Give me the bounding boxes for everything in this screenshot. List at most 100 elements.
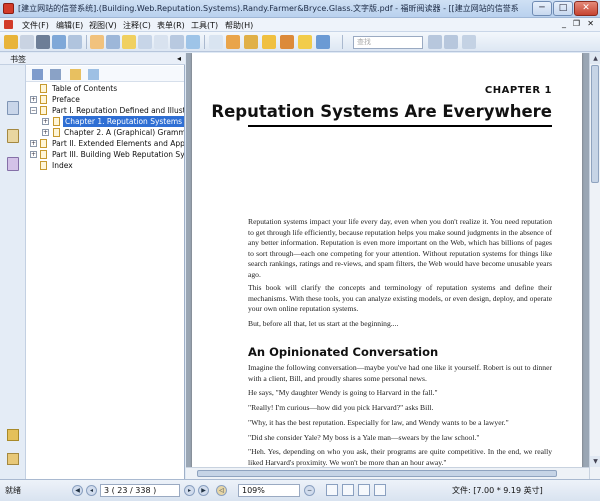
bookmark-properties-icon[interactable] (88, 69, 99, 80)
document-view[interactable]: CHAPTER 1 Reputation Systems Are Everywh… (186, 53, 589, 479)
paperclip-icon[interactable] (7, 453, 19, 465)
add-bookmark-icon[interactable] (70, 69, 81, 80)
mdi-restore-icon[interactable]: ❐ (573, 19, 580, 28)
first-page-icon[interactable]: ◀ (72, 485, 83, 496)
note-icon[interactable] (262, 35, 276, 49)
prev-page-icon[interactable]: ◂ (86, 485, 97, 496)
arrow-tool-icon[interactable] (316, 35, 330, 49)
menu-view[interactable]: 视图(V) (89, 20, 117, 31)
expand-icon[interactable]: + (30, 151, 37, 158)
scroll-thumb[interactable] (197, 470, 557, 477)
hand-tool-icon[interactable] (90, 35, 104, 49)
scan-icon[interactable] (68, 35, 82, 49)
expand-icon[interactable]: + (30, 140, 37, 147)
menu-bar: 文件(F) 编辑(E) 视图(V) 注释(C) 表单(R) 工具(T) 帮助(H… (0, 18, 600, 32)
typewriter-icon[interactable] (209, 35, 223, 49)
continuous-facing-view-icon[interactable] (374, 484, 386, 496)
scroll-down-icon[interactable]: ▼ (590, 456, 600, 467)
pointer-tool-icon[interactable] (122, 35, 136, 49)
menu-form[interactable]: 表单(R) (157, 20, 185, 31)
page-number-input[interactable]: 3 ( 23 / 338 ) (100, 484, 180, 497)
bookmark-item[interactable]: Table of Contents (26, 83, 184, 94)
bookmark-item[interactable]: + Preface (26, 94, 184, 105)
annotations-icon[interactable] (7, 129, 19, 143)
document-size: 文件: [7.00 * 9.19 英寸] (452, 486, 543, 495)
menu-tools[interactable]: 工具(T) (191, 20, 218, 31)
mdi-minimize-icon[interactable]: _ (562, 19, 566, 28)
snapshot-icon[interactable] (138, 35, 152, 49)
zoom-out-icon[interactable]: − (304, 485, 315, 496)
expand-icon[interactable]: + (42, 129, 49, 136)
paragraph: This book will clarify the concepts and … (248, 283, 552, 314)
highlight-icon[interactable] (244, 35, 258, 49)
chevron-down-icon[interactable] (226, 35, 240, 49)
email-icon[interactable] (52, 35, 66, 49)
sidebar-tabs (0, 53, 26, 479)
menu-edit[interactable]: 编辑(E) (56, 20, 83, 31)
save-icon[interactable] (20, 35, 34, 49)
continuous-view-icon[interactable] (342, 484, 354, 496)
paragraph: "Did she consider Yale? My boss is a Yal… (248, 433, 480, 442)
expand-icon[interactable]: + (42, 118, 49, 125)
paragraph: But, before all that, let us start at th… (248, 319, 399, 328)
select-text-icon[interactable] (106, 35, 120, 49)
bookmark-item-selected[interactable]: + Chapter 1. Reputation Systems Ar (26, 116, 184, 127)
stamp-icon[interactable] (280, 35, 294, 49)
minimize-button[interactable]: ─ (532, 1, 552, 16)
comment-icon[interactable] (298, 35, 312, 49)
bookmark-label: Index (52, 161, 73, 170)
attachments-icon[interactable] (7, 429, 19, 441)
bookmark-icon (40, 106, 47, 115)
next-page-icon[interactable]: ▸ (184, 485, 195, 496)
maximize-button[interactable]: □ (553, 1, 573, 16)
collapse-icon[interactable]: − (30, 107, 37, 114)
link-tool-icon[interactable] (186, 35, 200, 49)
foxit-app-icon[interactable] (3, 3, 14, 14)
section-heading: An Opinionated Conversation (248, 345, 439, 359)
bookmark-icon (40, 95, 47, 104)
toolbar-separator (86, 35, 87, 49)
layers-icon[interactable] (7, 157, 19, 171)
facing-view-icon[interactable] (358, 484, 370, 496)
toolbar-separator (204, 35, 205, 49)
chapter-rule (248, 125, 552, 127)
back-icon[interactable]: ◁ (216, 485, 227, 496)
print-icon[interactable] (36, 35, 50, 49)
paragraph: Reputation systems impact your life ever… (248, 217, 552, 279)
bookmark-item[interactable]: − Part I. Reputation Defined and Illust (26, 105, 184, 116)
chapter-label: CHAPTER 1 (484, 85, 552, 96)
zoom-select[interactable]: 109% (238, 484, 300, 497)
doc-icon[interactable] (4, 20, 13, 29)
menu-help[interactable]: 帮助(H) (225, 20, 253, 31)
bookmark-item[interactable]: + Chapter 2. A (Graphical) Grammar (26, 127, 184, 138)
close-button[interactable]: ✕ (574, 1, 598, 16)
bookmark-label: Part III. Building Web Reputation Sy (52, 150, 184, 159)
collapse-panel-icon[interactable]: ◂ (177, 54, 181, 63)
bookmark-item[interactable]: Index (26, 160, 184, 171)
vertical-scrollbar[interactable]: ▲ ▼ (589, 53, 600, 479)
mdi-close-icon[interactable]: ✕ (587, 19, 594, 28)
horizontal-scrollbar[interactable] (186, 467, 589, 479)
open-icon[interactable] (4, 35, 18, 49)
search-prev-icon[interactable] (428, 35, 442, 49)
last-page-icon[interactable]: ▶ (198, 485, 209, 496)
expand-icon[interactable]: + (30, 96, 37, 103)
search-input[interactable]: 查找 (353, 36, 423, 49)
pages-icon[interactable] (7, 101, 19, 115)
single-page-view-icon[interactable] (326, 484, 338, 496)
bookmark-item[interactable]: + Part III. Building Web Reputation Sy (26, 149, 184, 160)
bookmark-item[interactable]: + Part II. Extended Elements and Appli (26, 138, 184, 149)
text-tool-icon[interactable] (154, 35, 168, 49)
menu-file[interactable]: 文件(F) (22, 20, 49, 31)
search-next-icon[interactable] (444, 35, 458, 49)
menu-comment[interactable]: 注释(C) (123, 20, 151, 31)
paragraph: "Really! I'm curious—how did you pick Ha… (248, 403, 434, 412)
delete-bookmark-icon[interactable] (50, 69, 61, 80)
search-icon[interactable] (462, 35, 476, 49)
scroll-thumb[interactable] (591, 65, 599, 183)
image-tool-icon[interactable] (170, 35, 184, 49)
bookmark-label: Table of Contents (52, 84, 118, 93)
scroll-up-icon[interactable]: ▲ (590, 53, 600, 64)
bookmark-icon (53, 117, 60, 126)
bookmark-options-icon[interactable] (32, 69, 43, 80)
